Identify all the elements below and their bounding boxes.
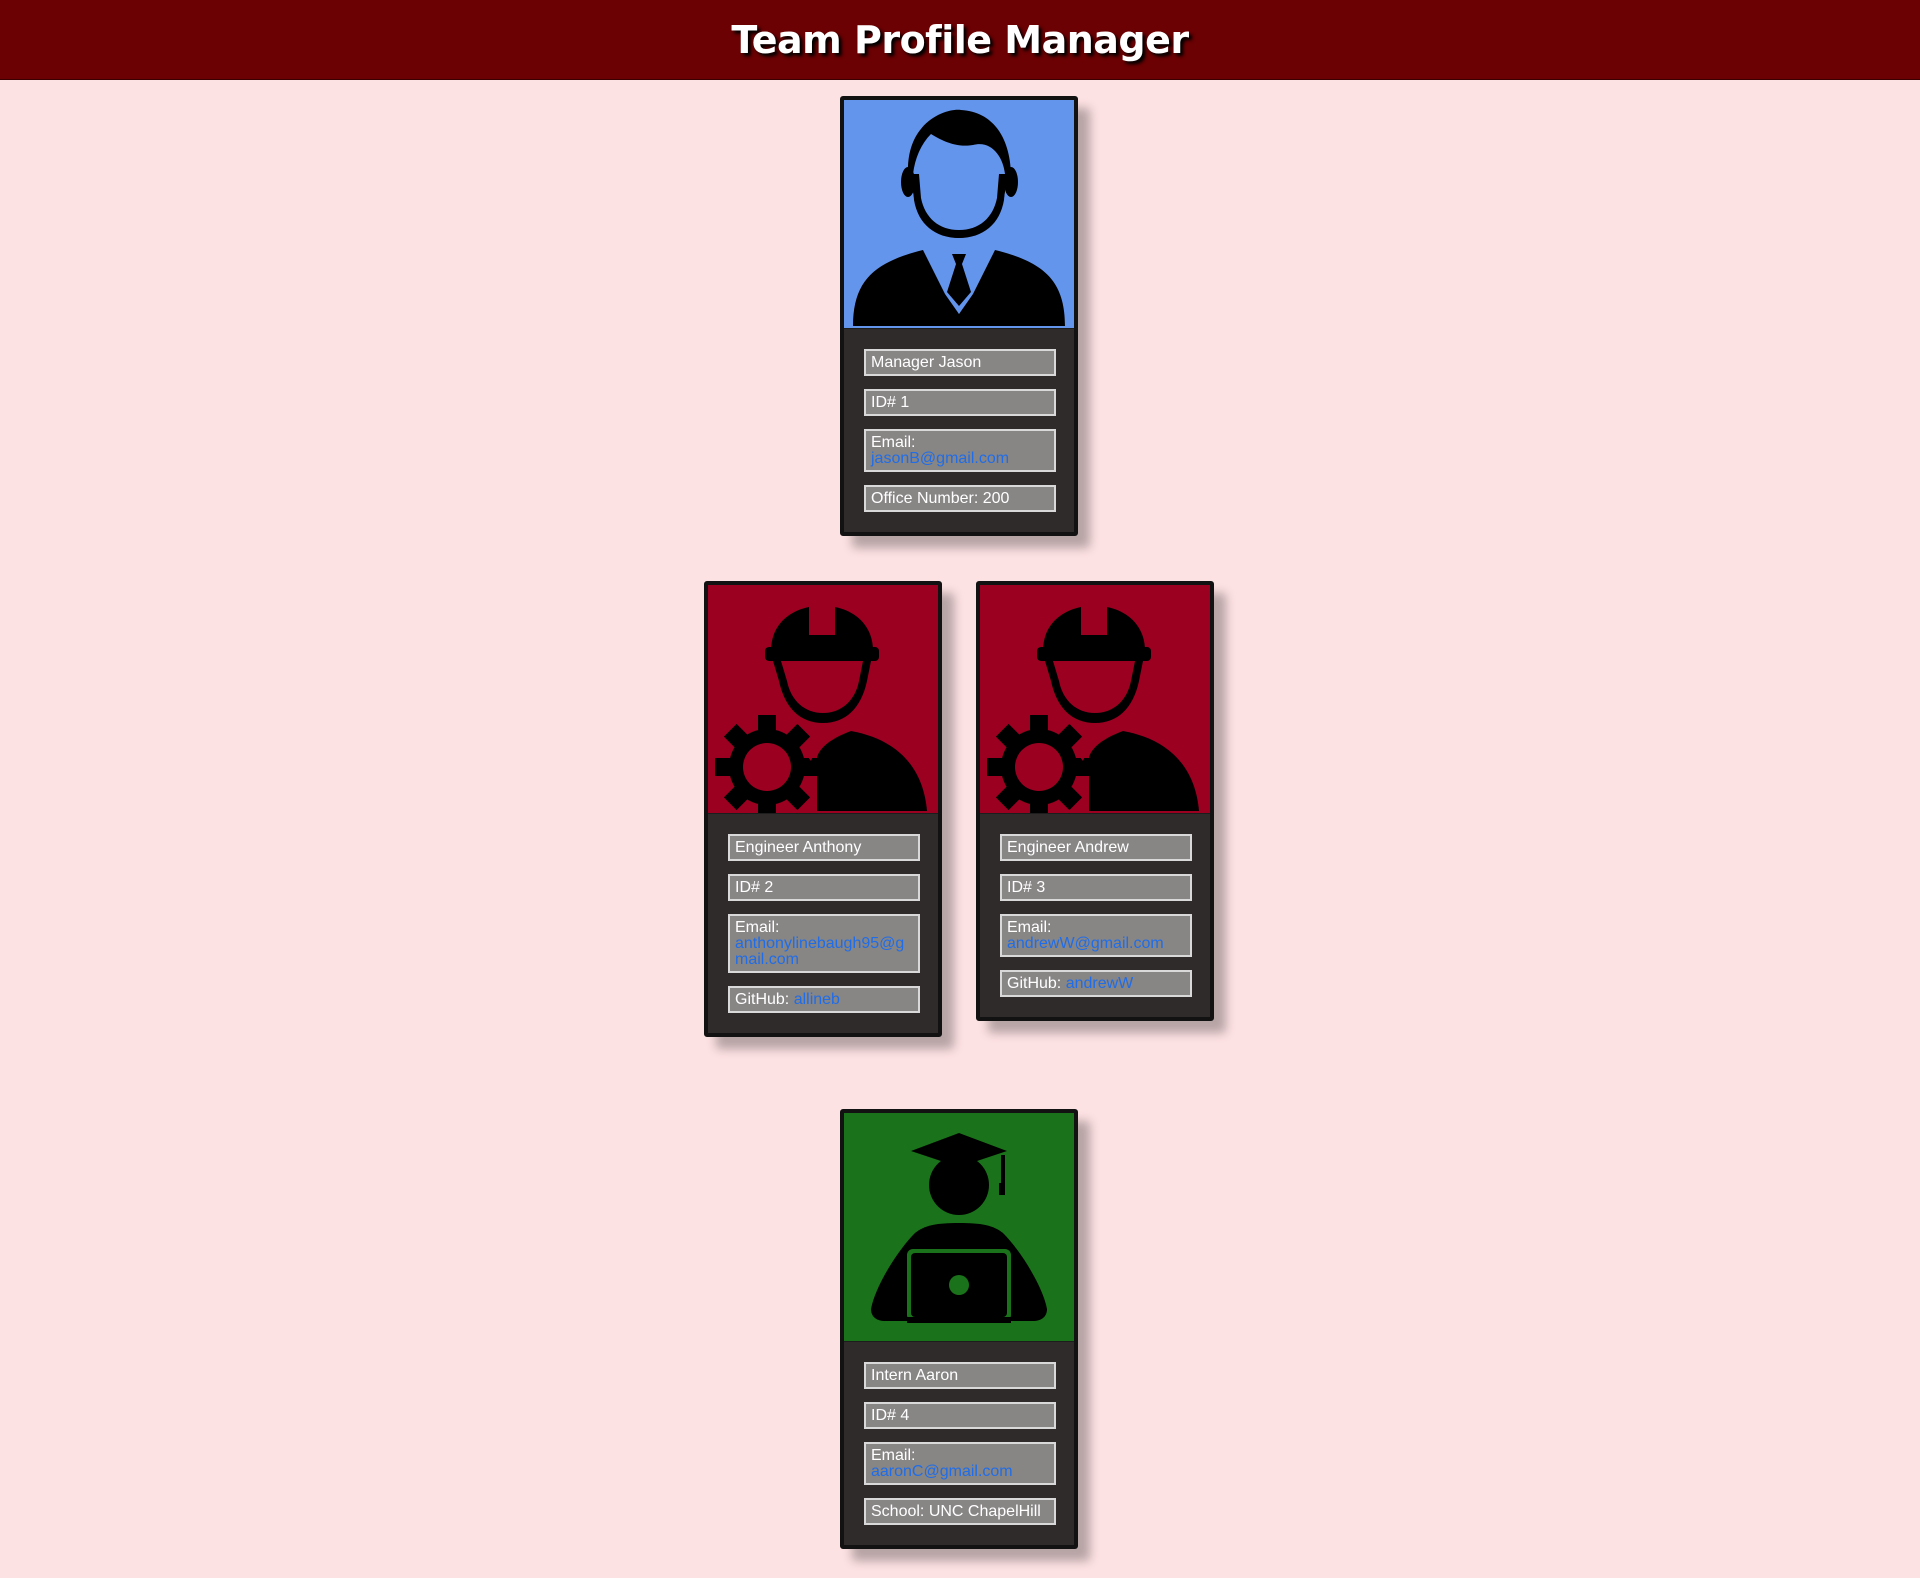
intern-picture (844, 1113, 1074, 1342)
intern-icon (871, 1133, 1047, 1323)
intern-id: ID# 4 (864, 1402, 1056, 1429)
engineer-anthony-picture (708, 585, 938, 814)
engineer-andrew-id: ID# 3 (1000, 874, 1192, 901)
header-banner: Team Profile Manager (0, 0, 1920, 80)
intern-card: Intern Aaron ID# 4 Email: aaronC@gmail.c… (840, 1109, 1078, 1549)
engineer-andrew-name: Engineer Andrew (1000, 834, 1192, 861)
manager-office-number: Office Number: 200 (864, 485, 1056, 512)
intern-email-link[interactable]: aaronC@gmail.com (871, 1463, 1013, 1480)
manager-info: Manager Jason ID# 1 Email: jasonB@gmail.… (844, 329, 1074, 532)
intern-name: Intern Aaron (864, 1362, 1056, 1389)
manager-email-field: Email: jasonB@gmail.com (864, 429, 1056, 472)
engineer-icon (715, 607, 927, 813)
email-label: Email: (735, 919, 780, 936)
engineer-andrew-card: Engineer Andrew ID# 3 Email: andrewW@gma… (976, 581, 1214, 1021)
manager-icon (853, 109, 1065, 326)
manager-card: Manager Jason ID# 1 Email: jasonB@gmail.… (840, 96, 1078, 536)
engineer-andrew-email-link[interactable]: andrewW@gmail.com (1007, 935, 1164, 952)
manager-name: Manager Jason (864, 349, 1056, 376)
intern-school: School: UNC ChapelHill (864, 1498, 1056, 1525)
engineer-anthony-name: Engineer Anthony (728, 834, 920, 861)
manager-picture (844, 100, 1074, 329)
email-label: Email: (871, 1447, 916, 1464)
engineer-andrew-github-field: GitHub: andrewW (1000, 970, 1192, 997)
manager-id: ID# 1 (864, 389, 1056, 416)
engineer-anthony-email-link[interactable]: anthonylinebaugh95@gmail.com (735, 935, 904, 968)
engineer-anthony-email-field: Email: anthonylinebaugh95@gmail.com (728, 914, 920, 973)
github-label: GitHub: (1007, 975, 1066, 992)
engineer-anthony-card: Engineer Anthony ID# 2 Email: anthonylin… (704, 581, 942, 1037)
engineer-icon (987, 607, 1199, 813)
manager-email-link[interactable]: jasonB@gmail.com (871, 450, 1009, 467)
page-title: Team Profile Manager (731, 17, 1189, 62)
intern-info: Intern Aaron ID# 4 Email: aaronC@gmail.c… (844, 1342, 1074, 1545)
intern-email-field: Email: aaronC@gmail.com (864, 1442, 1056, 1485)
engineer-anthony-info: Engineer Anthony ID# 2 Email: anthonylin… (708, 814, 938, 1033)
email-label: Email: (1007, 919, 1052, 936)
engineer-andrew-info: Engineer Andrew ID# 3 Email: andrewW@gma… (980, 814, 1210, 1017)
email-label: Email: (871, 434, 916, 451)
engineer-anthony-id: ID# 2 (728, 874, 920, 901)
engineer-anthony-github-field: GitHub: allineb (728, 986, 920, 1013)
engineer-andrew-picture (980, 585, 1210, 814)
engineer-andrew-email-field: Email: andrewW@gmail.com (1000, 914, 1192, 957)
engineer-andrew-github-link[interactable]: andrewW (1066, 975, 1134, 992)
engineer-anthony-github-link[interactable]: allineb (794, 991, 840, 1008)
github-label: GitHub: (735, 991, 794, 1008)
